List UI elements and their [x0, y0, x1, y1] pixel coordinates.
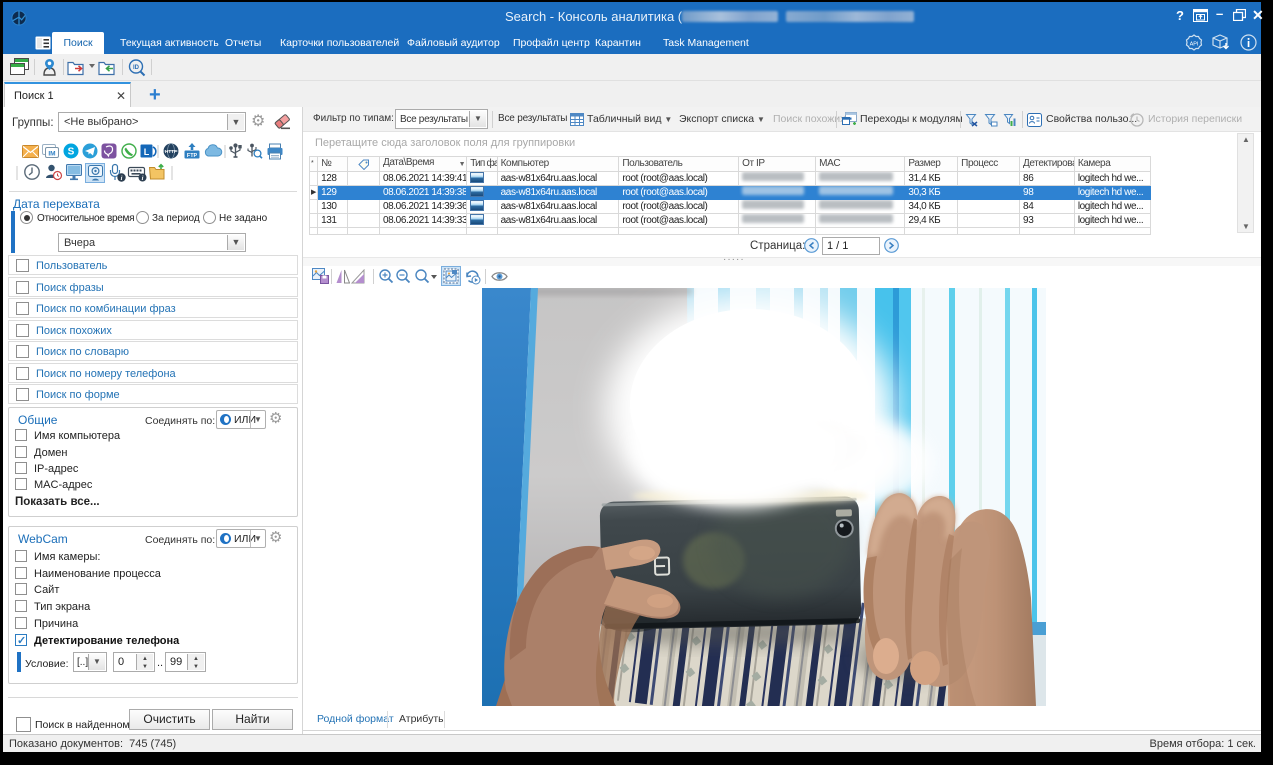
svg-text:HTTP: HTTP: [165, 149, 177, 154]
svg-text:L: L: [144, 147, 150, 157]
svg-text:S: S: [68, 147, 75, 158]
svg-text:API: API: [1190, 42, 1199, 48]
svg-text:i: i: [121, 175, 123, 182]
svg-text:i: i: [142, 175, 144, 182]
svg-text:FTP: FTP: [187, 153, 198, 159]
svg-text:ID: ID: [133, 65, 140, 71]
svg-text:IM: IM: [48, 151, 55, 158]
